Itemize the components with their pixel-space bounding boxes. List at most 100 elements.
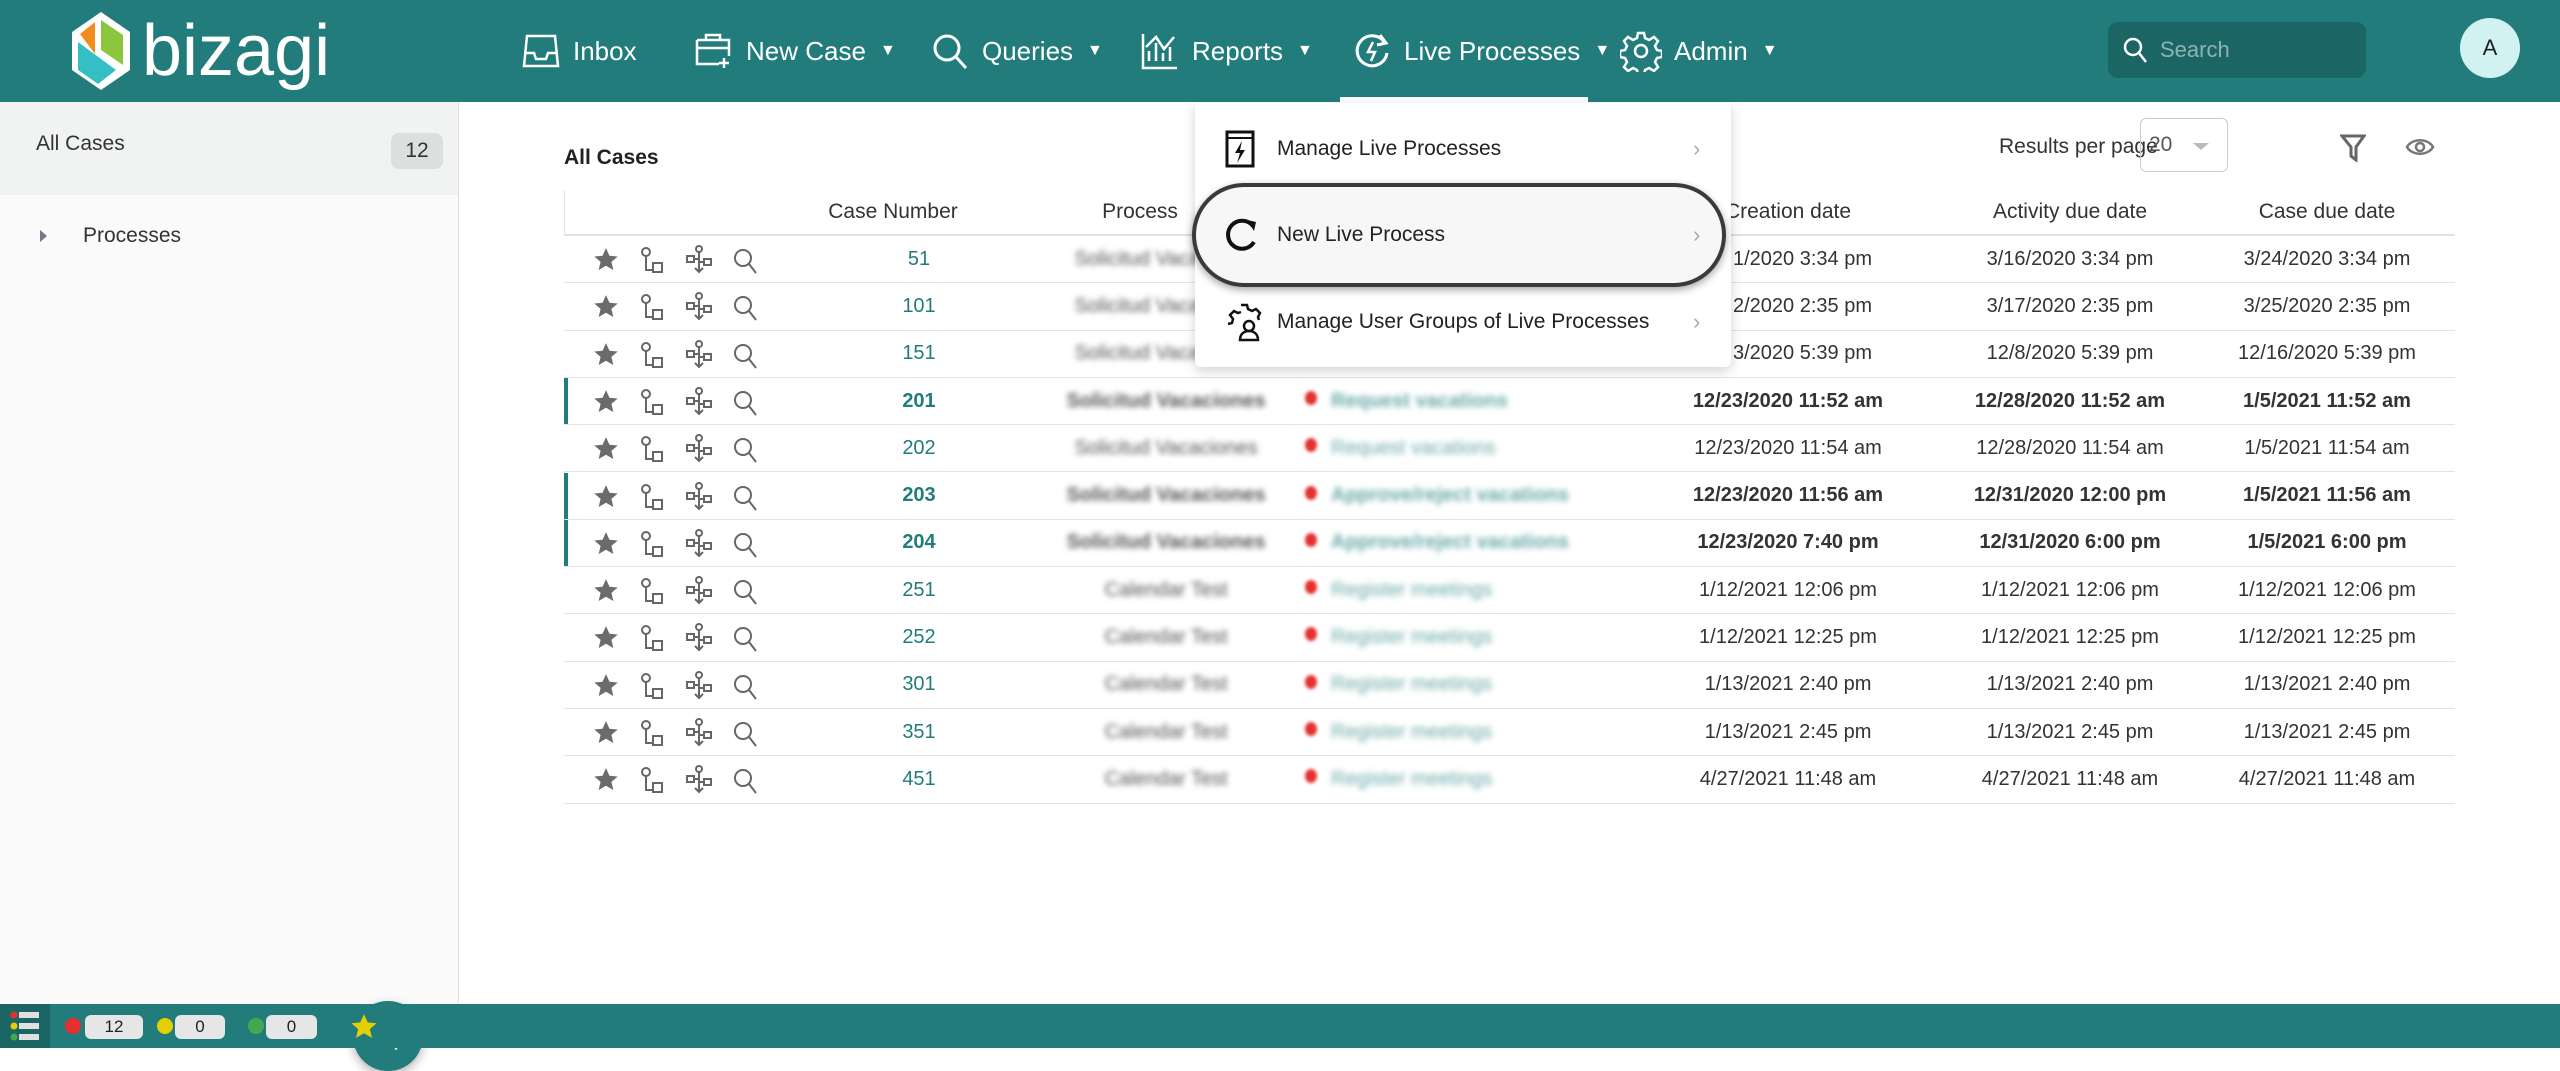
view-case-search-icon[interactable] (732, 578, 758, 612)
column-header-case-number[interactable]: Case Number (828, 190, 958, 234)
view-case-search-icon[interactable] (732, 342, 758, 376)
favorite-star-icon[interactable] (593, 484, 619, 515)
favorite-star-icon[interactable] (593, 389, 619, 420)
table-row[interactable]: 201 Solicitud Vacaciones Request vacations… (564, 377, 2455, 426)
workflow-pin-icon[interactable] (638, 341, 668, 376)
favorite-star-icon[interactable] (593, 578, 619, 609)
workflow-pin-icon[interactable] (638, 247, 668, 281)
workflow-pin-icon[interactable] (638, 720, 668, 754)
table-row[interactable]: 252 Calendar Test Register meetings 1/12/20… (564, 614, 2455, 662)
case-number-link[interactable]: 201 (902, 378, 935, 424)
on-time-count-badge[interactable]: 0 (266, 1015, 317, 1039)
table-row[interactable]: 451 Calendar Test Register meetings 4/27/20… (564, 756, 2455, 804)
column-header-process[interactable]: Process (1102, 190, 1178, 234)
favorite-star-icon[interactable] (593, 247, 619, 278)
results-per-page-select[interactable]: 20 (2140, 118, 2228, 172)
filter-icon[interactable] (2340, 134, 2366, 162)
workflow-pin-icon[interactable] (638, 767, 668, 801)
view-case-search-icon[interactable] (732, 389, 758, 423)
view-case-search-icon[interactable] (732, 436, 758, 470)
search-input[interactable] (2160, 37, 2350, 63)
case-number-link[interactable]: 252 (902, 614, 935, 660)
process-map-icon[interactable] (684, 576, 714, 612)
case-number-link[interactable]: 451 (902, 756, 935, 802)
case-number-link[interactable]: 301 (902, 662, 935, 708)
expand-caret-icon[interactable] (40, 230, 47, 242)
view-case-search-icon[interactable] (732, 673, 758, 707)
nav-inbox[interactable]: Inbox (521, 0, 637, 102)
process-map-icon[interactable] (684, 245, 714, 281)
favorite-star-icon[interactable] (593, 720, 619, 751)
process-map-icon[interactable] (684, 434, 714, 470)
menu-item-manage-live-processes[interactable]: Manage Live Processes › (1195, 106, 1731, 192)
favorite-star-icon[interactable] (593, 625, 619, 656)
at-risk-count-badge[interactable]: 0 (175, 1015, 225, 1039)
view-case-search-icon[interactable] (732, 247, 758, 281)
nav-new-case[interactable]: New Case ▼ (694, 0, 896, 102)
activity-link[interactable]: Register meetings (1331, 662, 1492, 708)
view-case-search-icon[interactable] (732, 767, 758, 801)
case-number-link[interactable]: 151 (902, 331, 935, 377)
case-number-link[interactable]: 101 (902, 283, 935, 329)
activity-link[interactable]: Approve/reject vacations (1331, 520, 1569, 566)
nav-queries[interactable]: Queries ▼ (930, 0, 1103, 102)
workflow-pin-icon[interactable] (638, 483, 668, 518)
column-header-activity-due-date[interactable]: Activity due date (1993, 190, 2147, 234)
search-box[interactable] (2108, 22, 2366, 78)
eye-icon[interactable] (2405, 136, 2435, 158)
activity-link[interactable]: Register meetings (1331, 756, 1492, 802)
workflow-pin-icon[interactable] (638, 294, 668, 328)
workflow-pin-icon[interactable] (638, 388, 668, 423)
sidebar-item-all-cases[interactable]: All Cases 12 (0, 102, 458, 195)
table-row[interactable]: 203 Solicitud Vacaciones Approve/reject va… (564, 472, 2455, 520)
table-row[interactable]: 301 Calendar Test Register meetings 1/13/20… (564, 662, 2455, 709)
case-number-link[interactable]: 51 (908, 236, 930, 282)
favorite-star-icon[interactable] (593, 531, 619, 562)
case-list-toggle-button[interactable] (0, 1004, 50, 1048)
sidebar-item-processes[interactable]: Processes (40, 224, 181, 248)
nav-admin[interactable]: Admin ▼ (1620, 0, 1778, 102)
view-case-search-icon[interactable] (732, 531, 758, 565)
process-map-icon[interactable] (684, 339, 714, 376)
nav-live-processes[interactable]: Live Processes ▼ (1352, 0, 1610, 102)
table-row[interactable]: 251 Calendar Test Register meetings 1/12/20… (564, 567, 2455, 615)
process-map-icon[interactable] (684, 386, 714, 423)
activity-link[interactable]: Approve/reject vacations (1331, 473, 1569, 519)
favorite-star-icon[interactable] (593, 294, 619, 325)
favorites-star-icon[interactable] (350, 1013, 378, 1040)
workflow-pin-icon[interactable] (638, 672, 668, 707)
process-map-icon[interactable] (684, 718, 714, 754)
favorite-star-icon[interactable] (593, 436, 619, 467)
process-map-icon[interactable] (684, 292, 714, 328)
activity-link[interactable]: Register meetings (1331, 614, 1492, 660)
case-number-link[interactable]: 204 (902, 520, 935, 566)
favorite-star-icon[interactable] (593, 342, 619, 373)
overdue-count-badge[interactable]: 12 (85, 1015, 143, 1039)
favorite-star-icon[interactable] (593, 673, 619, 704)
view-case-search-icon[interactable] (732, 294, 758, 328)
table-row[interactable]: 351 Calendar Test Register meetings 1/13/20… (564, 709, 2455, 757)
case-number-link[interactable]: 351 (902, 709, 935, 755)
activity-link[interactable]: Register meetings (1331, 567, 1492, 613)
process-map-icon[interactable] (684, 481, 714, 518)
case-number-link[interactable]: 203 (902, 473, 935, 519)
process-map-icon[interactable] (684, 623, 714, 659)
process-map-icon[interactable] (684, 528, 714, 565)
menu-item-manage-user-groups[interactable]: Manage User Groups of Live Processes › (1195, 279, 1731, 365)
workflow-pin-icon[interactable] (638, 625, 668, 659)
case-number-link[interactable]: 202 (902, 425, 935, 471)
view-case-search-icon[interactable] (732, 484, 758, 518)
favorite-star-icon[interactable] (593, 767, 619, 798)
workflow-pin-icon[interactable] (638, 578, 668, 612)
activity-link[interactable]: Request vacations (1331, 378, 1508, 424)
view-case-search-icon[interactable] (732, 625, 758, 659)
activity-link[interactable]: Register meetings (1331, 709, 1492, 755)
activity-link[interactable]: Request vacations (1331, 425, 1496, 471)
column-header-creation-date[interactable]: Creation date (1725, 190, 1851, 234)
column-header-case-due-date[interactable]: Case due date (2259, 190, 2396, 234)
process-map-icon[interactable] (684, 765, 714, 801)
process-map-icon[interactable] (684, 670, 714, 707)
workflow-pin-icon[interactable] (638, 436, 668, 470)
view-case-search-icon[interactable] (732, 720, 758, 754)
avatar[interactable]: A (2460, 18, 2520, 78)
